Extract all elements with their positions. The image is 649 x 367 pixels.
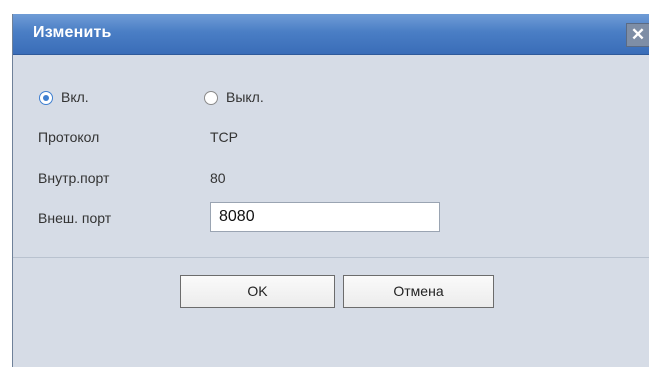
external-port-label: Внеш. порт <box>38 210 112 226</box>
radio-off-label[interactable]: Выкл. <box>226 89 264 105</box>
close-icon: ✕ <box>630 25 646 44</box>
dialog-titlebar[interactable]: Изменить <box>13 14 649 55</box>
radio-on-label[interactable]: Вкл. <box>61 89 89 105</box>
cancel-button[interactable]: Отмена <box>343 275 494 308</box>
protocol-value: TCP <box>210 129 238 145</box>
ok-button[interactable]: OK <box>180 275 335 308</box>
radio-off[interactable] <box>204 91 218 105</box>
dialog-title: Изменить <box>33 24 112 41</box>
radio-on[interactable] <box>39 91 53 105</box>
edit-dialog: Изменить ✕ Вкл. Выкл. Протокол TCP Внутр… <box>12 14 649 367</box>
internal-port-label: Внутр.порт <box>38 170 110 186</box>
external-port-input[interactable] <box>210 202 440 232</box>
protocol-label: Протокол <box>38 129 100 145</box>
divider <box>13 257 649 258</box>
close-button[interactable]: ✕ <box>626 23 649 47</box>
internal-port-value: 80 <box>210 170 226 186</box>
